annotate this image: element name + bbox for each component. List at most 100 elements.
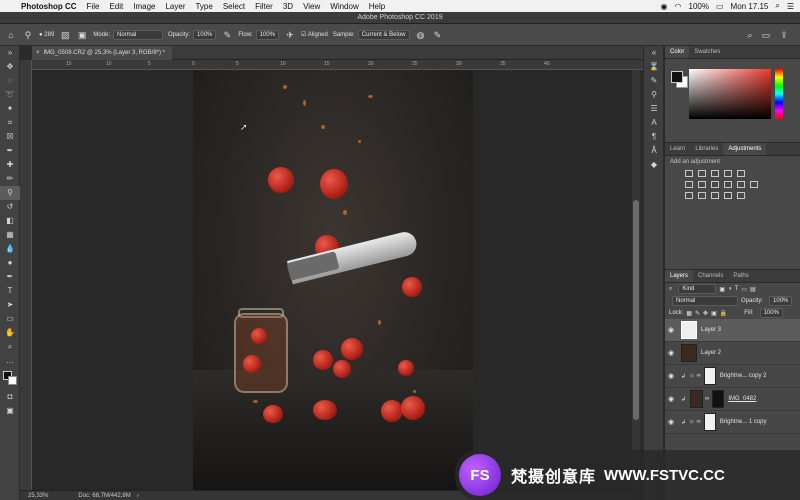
scrollbar-thumb[interactable] [633,200,639,420]
ignore-adjustment-icon[interactable]: ◍ [415,29,427,41]
filter-shape-icon[interactable]: ▭ [741,286,747,293]
brush-settings-icon[interactable]: ▨ [59,29,71,41]
app-menu[interactable]: Photoshop CC [21,2,77,11]
document-size[interactable]: Doc: 68,7M/442,8M [78,493,130,499]
path-select-tool-icon[interactable]: ➤ [0,298,20,312]
tab-swatches[interactable]: Swatches [689,46,725,58]
layer-name[interactable]: Layer 3 [701,327,721,333]
menu-type[interactable]: Type [195,2,212,11]
tab-libraries[interactable]: Libraries [690,143,723,155]
layer-row[interactable]: ◉ Layer 2 [665,342,800,365]
layer-row[interactable]: ◉ ↲ ☼ ∞ Brightne... 1 copy [665,411,800,434]
menu-file[interactable]: File [87,2,100,11]
link-icon[interactable]: ∞ [697,373,701,379]
history-brush-tool-icon[interactable]: ↺ [0,200,20,214]
channel-mixer-icon[interactable] [737,181,745,188]
layer-name[interactable]: Layer 2 [701,350,721,356]
zoom-level[interactable]: 25,33% [28,493,48,499]
lasso-tool-icon[interactable]: ➰ [0,88,20,102]
lock-position-icon[interactable]: ✥ [703,310,708,317]
color-balance-icon[interactable] [698,181,706,188]
flow-input[interactable]: 100% [255,29,280,40]
pressure-size-icon[interactable]: ✎ [432,29,444,41]
hue-slider[interactable] [775,69,783,119]
lock-all-icon[interactable]: 🔒 [720,310,727,317]
menu-image[interactable]: Image [133,2,155,11]
menu-3d[interactable]: 3D [283,2,293,11]
filter-smart-icon[interactable]: ▤ [750,286,756,293]
battery-icon[interactable]: ▭ [716,2,724,11]
paragraph-panel-icon[interactable]: ¶ [644,130,664,144]
document-image[interactable] [193,70,473,490]
exposure-icon[interactable] [724,170,732,177]
tab-close-icon[interactable]: × [36,50,40,56]
move-tool-icon[interactable]: ✥ [0,60,20,74]
layer-thumbnail[interactable] [690,390,704,408]
quick-select-tool-icon[interactable]: ✦ [0,102,20,116]
visibility-eye-icon[interactable]: ◉ [665,395,677,403]
brush-size-picker[interactable]: ● 289 [39,32,54,38]
background-color-swatch[interactable] [8,376,17,385]
color-field[interactable] [689,69,771,119]
collapse-toolbar-icon[interactable]: » [0,46,20,60]
layer-row[interactable]: ◉ ↲ ☼ ∞ Brightne... copy 2 [665,365,800,388]
curves-icon[interactable] [711,170,719,177]
crop-tool-icon[interactable]: ⌗ [0,116,20,130]
frame-tool-icon[interactable]: ☒ [0,130,20,144]
lock-transparent-icon[interactable]: ▦ [686,310,692,317]
visibility-eye-icon[interactable]: ◉ [665,418,677,426]
workspace-icon[interactable]: ▭ [760,29,772,41]
brush-tool-icon[interactable]: ✏ [0,172,20,186]
menu-select[interactable]: Select [223,2,245,11]
adjustment-layer-icon[interactable]: ☼ [689,373,695,379]
airbrush-icon[interactable]: ✈ [284,29,296,41]
layer-name[interactable]: IMG_0482 [728,396,756,402]
photo-filter-icon[interactable] [724,181,732,188]
layer-name[interactable]: Brightne... copy 2 [720,373,767,379]
blur-tool-icon[interactable]: 💧 [0,242,20,256]
layer-row[interactable]: ◉ Layer 3 [665,319,800,342]
tab-learn[interactable]: Learn [665,143,690,155]
sample-select[interactable]: Current & Below [357,29,410,40]
filter-adjustment-icon[interactable]: ◑ [728,286,732,292]
eraser-tool-icon[interactable]: ◧ [0,214,20,228]
properties-panel-icon[interactable]: ☰ [644,102,664,116]
invert-icon[interactable] [685,192,693,199]
clone-stamp-tool-icon[interactable]: ⚲ [0,186,20,200]
visibility-eye-icon[interactable]: ◉ [665,349,677,357]
menu-filter[interactable]: Filter [255,2,273,11]
quick-mask-icon[interactable]: ◘ [0,390,20,404]
screen-mode-icon[interactable]: ▣ [0,404,20,418]
clone-source-icon[interactable]: ▣ [76,29,88,41]
opacity-input[interactable]: 100% [193,29,217,40]
link-icon[interactable]: ∞ [697,419,701,425]
horizontal-ruler[interactable]: 15 10 5 0 5 10 15 20 25 30 35 40 [32,60,652,70]
search-icon[interactable]: ⌕ [775,1,779,11]
selective-color-icon[interactable] [737,192,745,199]
glyphs-panel-icon[interactable]: Å [644,144,664,158]
posterize-icon[interactable] [698,192,706,199]
menu-edit[interactable]: Edit [109,2,123,11]
levels-icon[interactable] [698,170,706,177]
lock-image-icon[interactable]: ✎ [695,310,700,317]
vertical-ruler[interactable] [20,60,32,490]
layer-filter-select[interactable]: Kind [678,284,717,294]
layer-mask-thumbnail[interactable] [703,367,716,385]
layer-thumbnail[interactable] [681,344,697,362]
type-tool-icon[interactable]: T [0,284,20,298]
tab-layers[interactable]: Layers [665,270,694,282]
layer-mask-thumbnail[interactable] [703,413,716,431]
record-icon[interactable]: ◉ [661,2,668,11]
history-panel-icon[interactable]: ⌛ [644,60,664,74]
clock[interactable]: Mon 17.15 [731,2,769,11]
aligned-checkbox[interactable]: ☑ Aligned [301,31,328,38]
tab-adjustments[interactable]: Adjustments [723,143,767,155]
gradient-map-icon[interactable] [724,192,732,199]
pressure-opacity-icon[interactable]: ✎ [221,29,233,41]
zoom-tool-icon[interactable]: ⌕ [0,340,20,354]
foreground-color-chip[interactable] [671,71,683,83]
threshold-icon[interactable] [711,192,719,199]
link-icon[interactable]: ∞ [705,396,709,402]
canvas-area[interactable]: ➚ [32,70,632,490]
menu-window[interactable]: Window [330,2,358,11]
